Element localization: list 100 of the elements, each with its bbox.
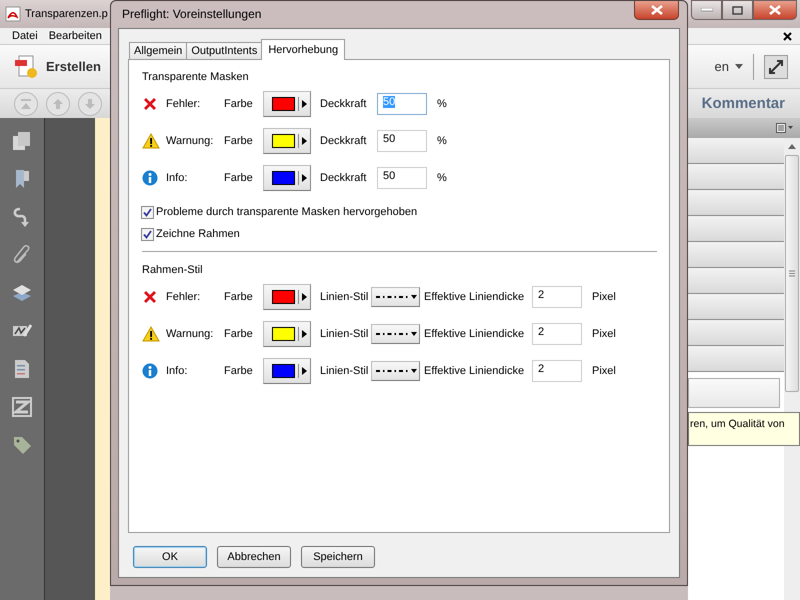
thickness-field[interactable]: 2 [532,286,582,308]
tools-menu-label[interactable]: en [714,59,729,74]
close-button[interactable] [634,1,679,20]
line-style-dropdown[interactable] [371,361,420,381]
color-label: Farbe [224,365,254,377]
minimize-icon [700,8,712,12]
menu-item[interactable]: Datei [12,30,38,42]
close-button[interactable] [753,0,797,20]
pdf-icon [5,6,21,22]
tab[interactable]: Hervorhebung [261,39,346,60]
panel-list-item[interactable] [688,164,784,190]
error-icon [142,96,158,112]
panel-list-item[interactable] [688,216,784,242]
document-star-icon [14,54,40,80]
unit-label: Pixel [592,365,616,377]
triangle-icon [302,330,307,338]
checkbox[interactable] [141,228,154,240]
dash-dot-line-icon [374,330,416,338]
thickness-field[interactable]: 2 [532,360,582,382]
color-picker-button[interactable] [263,91,311,117]
error-icon [142,289,158,305]
opacity-label: Deckkraft [320,98,368,110]
panel-list-item[interactable] [688,268,784,294]
line-style-label: Linien-Stil [320,291,370,303]
dash-dot-line-icon [374,293,416,301]
menu-item[interactable]: Bearbeiten [48,30,102,42]
line-style-label: Linien-Stil [320,328,370,340]
dash-dot-line-icon [374,367,416,375]
dialog-button[interactable]: OK [133,546,207,568]
check-icon [143,230,152,238]
create-button[interactable]: Erstellen [14,54,101,80]
list-options-icon[interactable] [776,123,794,133]
grip-icon [789,270,795,277]
tab[interactable]: OutputIntents [186,42,262,59]
color-picker-button[interactable] [263,128,311,154]
panel-list-item[interactable] [688,346,784,372]
compare-icon[interactable] [11,396,33,418]
color-picker-button[interactable] [263,321,311,347]
color-label: Farbe [224,135,254,147]
thickness-label: Effektive Liniendicke [424,291,526,303]
checkbox[interactable] [141,206,154,218]
severity-label: Info: [166,365,188,377]
down-arrow-icon [84,98,96,110]
close-icon [768,5,782,15]
comment-tab[interactable]: Kommentar [702,95,785,112]
color-label: Farbe [224,328,254,340]
window-title: Transparenzen.p [25,8,108,20]
color-picker-button[interactable] [263,284,311,310]
caret-icon[interactable] [735,64,743,69]
opacity-field[interactable]: 50 [377,167,427,189]
color-label: Farbe [224,172,254,184]
close-icon [650,5,664,15]
maximize-icon [732,6,743,14]
up-arrow-icon [52,98,64,110]
unit-label: Pixel [592,291,616,303]
color-label: Farbe [224,98,254,110]
warning-icon [142,133,160,149]
dialog-button[interactable]: Speichern [301,546,375,568]
triangle-icon [302,174,307,182]
severity-label: Fehler: [166,98,202,110]
severity-label: Warnung: [166,328,214,340]
color-picker-button[interactable] [263,358,311,384]
dialog-button[interactable]: Abbrechen [217,546,291,568]
minimize-button[interactable] [691,0,722,20]
thickness-label: Effektive Liniendicke [424,365,526,377]
maximize-button[interactable] [722,0,753,20]
color-picker-button[interactable] [263,165,311,191]
panel-list-item[interactable] [688,138,784,164]
severity-label: Info: [166,172,188,184]
color-label: Farbe [224,291,254,303]
expand-icon [768,58,784,74]
warning-icon [142,326,160,342]
info-icon [142,363,158,379]
line-style-label: Linien-Stil [320,365,370,377]
section-title: Rahmen-Stil [142,263,204,277]
panel-list-item[interactable] [688,294,784,320]
panel-list-item[interactable] [688,190,784,216]
opacity-label: Deckkraft [320,135,368,147]
checkbox-label: Probleme durch transparente Masken hervorgehoben [156,206,418,218]
layers-icon[interactable] [11,282,33,304]
tag-icon[interactable] [11,434,33,456]
panel-list-item[interactable] [688,242,784,268]
check-icon [143,208,152,216]
close-icon[interactable] [783,32,792,40]
unit-label: % [437,98,447,110]
line-style-dropdown[interactable] [371,324,420,344]
opacity-field[interactable]: 50 [377,130,427,152]
arrow-to-top-icon [20,98,32,110]
line-style-dropdown[interactable] [371,287,420,307]
scrollbar[interactable] [784,138,800,600]
panel-field[interactable] [688,378,780,408]
panel-list-item[interactable] [688,320,784,346]
thickness-label: Effektive Liniendicke [424,328,526,340]
pages-icon[interactable] [11,130,33,152]
unit-label: % [437,172,447,184]
thickness-field[interactable]: 2 [532,323,582,345]
tab[interactable]: Allgemein [129,42,188,59]
checkbox-label: Zeichne Rahmen [156,228,240,240]
expand-button[interactable] [764,54,788,78]
triangle-icon [302,293,307,301]
